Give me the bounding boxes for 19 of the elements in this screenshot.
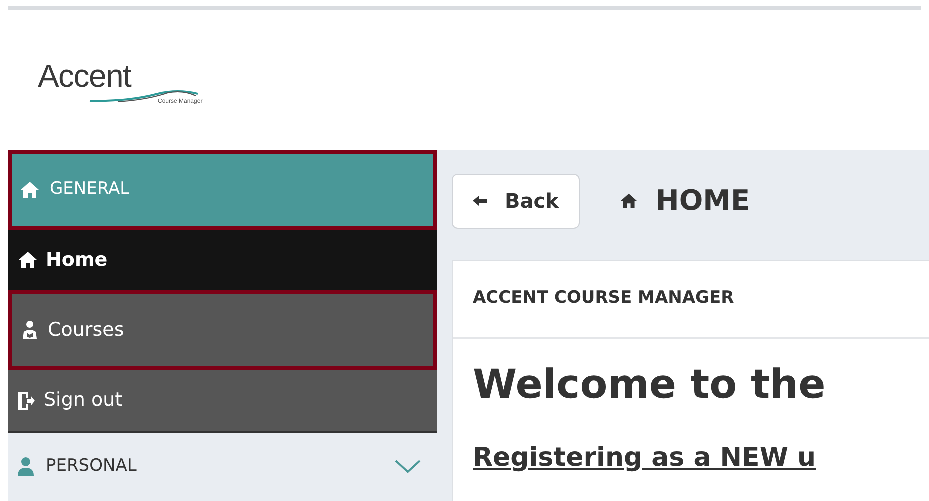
welcome-heading: Welcome to the <box>473 365 827 405</box>
page-title: HOME <box>656 183 750 219</box>
chevron-down-icon <box>395 460 421 474</box>
sidebar-item[interactable]: Home <box>8 230 437 290</box>
arrow-left-icon <box>473 196 487 206</box>
sidebar-item[interactable]: Sign out <box>8 370 437 433</box>
person-book-icon <box>20 320 40 340</box>
card-header: ACCENT COURSE MANAGER <box>473 287 734 310</box>
home-icon <box>20 180 40 200</box>
home-icon <box>18 250 38 270</box>
back-button[interactable]: Back <box>452 174 580 228</box>
sidebar-item[interactable]: Courses <box>8 290 437 370</box>
section-label: PERSONAL <box>46 455 138 478</box>
sidebar-section-header[interactable]: PERSONAL <box>8 433 437 501</box>
registration-link[interactable]: Registering as a NEW u <box>473 445 909 471</box>
home-icon <box>620 193 638 209</box>
sign-out-icon <box>16 390 36 410</box>
person-icon <box>16 457 36 477</box>
section-label: GENERAL <box>50 178 131 202</box>
